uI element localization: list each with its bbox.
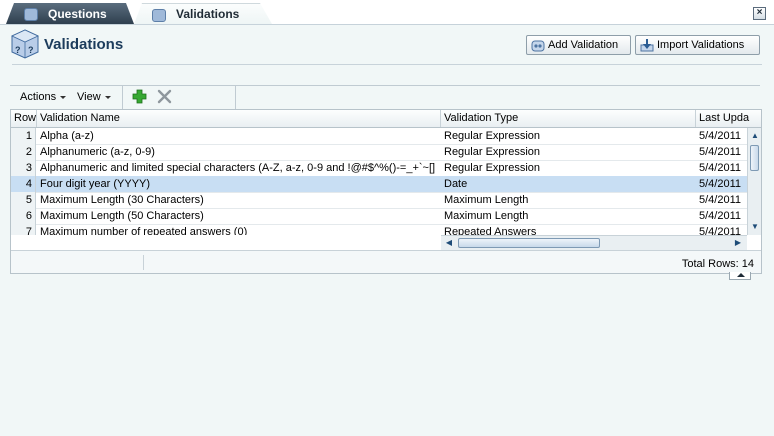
validation-name: Maximum Length (50 Characters) (40, 210, 204, 222)
tab-bar: Questions Validations × (0, 0, 774, 25)
table-row[interactable]: 1 Alpha (a-z) Regular Expression 5/4/201… (11, 128, 747, 145)
tab-questions[interactable]: Questions (6, 3, 134, 24)
validations-icon (152, 9, 166, 22)
header-divider (12, 64, 762, 65)
scroll-left-icon[interactable]: ◀ (443, 237, 455, 249)
table-row[interactable]: 5 Maximum Length (30 Characters) Maximum… (11, 192, 747, 209)
last-updated: 5/4/2011 (699, 162, 742, 174)
page-title: Validations (44, 36, 124, 53)
scroll-up-icon[interactable]: ▲ (749, 130, 761, 142)
import-validations-button[interactable]: Import Validations (635, 35, 760, 55)
delete-x-icon[interactable] (157, 89, 172, 104)
table-row-selected[interactable]: 4 Four digit year (YYYY) Date 5/4/2011 (11, 176, 747, 193)
chevron-down-icon (60, 96, 67, 99)
column-header-validation-type[interactable]: Validation Type (441, 110, 696, 127)
column-header-last-updated[interactable]: Last Upda (696, 110, 761, 127)
column-header-row[interactable]: Row (11, 110, 37, 127)
scroll-down-icon[interactable]: ▼ (749, 221, 761, 233)
table-footer: Total Rows: 14 (11, 250, 761, 273)
column-header-validation-name[interactable]: Validation Name (37, 110, 441, 127)
actions-menu[interactable]: Actions (20, 91, 67, 103)
table-row[interactable]: 7 Maximum number of repeated answers (0)… (11, 224, 747, 235)
last-updated: 5/4/2011 (699, 210, 742, 222)
validation-name: Alphanumeric and limited special charact… (40, 162, 436, 174)
validation-name: Alphanumeric (a-z, 0-9) (40, 146, 155, 158)
vertical-scroll-thumb[interactable] (750, 145, 759, 171)
table-body: 1 Alpha (a-z) Regular Expression 5/4/201… (11, 128, 747, 235)
row-number: 2 (11, 144, 36, 160)
questions-icon (24, 8, 38, 21)
toolbar-separator (122, 86, 123, 109)
add-validation-button[interactable]: Add Validation (526, 35, 631, 55)
validation-type: Regular Expression (444, 146, 540, 158)
table-header: Row Validation Name Validation Type Last… (11, 110, 761, 128)
validation-type: Maximum Length (444, 194, 529, 206)
total-rows: Total Rows: 14 (681, 258, 754, 270)
toolbar-separator (235, 86, 236, 109)
svg-text:?: ? (15, 45, 21, 55)
table-toolbar: Actions View (10, 85, 760, 110)
view-menu[interactable]: View (77, 91, 111, 103)
validation-type: Regular Expression (444, 162, 540, 174)
row-number: 7 (11, 224, 36, 235)
triangle-up-icon (737, 273, 745, 277)
collapse-toggle[interactable] (729, 272, 751, 280)
tab-validations-label: Validations (176, 7, 240, 21)
validation-type: Repeated Answers (444, 226, 537, 235)
row-number: 6 (11, 208, 36, 224)
validations-table: Row Validation Name Validation Type Last… (10, 109, 762, 274)
last-updated: 5/4/2011 (699, 178, 742, 190)
svg-text:?: ? (28, 45, 34, 55)
validation-name: Maximum number of repeated answers (0) (40, 226, 248, 235)
validation-name: Alpha (a-z) (40, 130, 94, 142)
add-validation-icon (531, 40, 545, 51)
validation-name: Four digit year (YYYY) (40, 178, 151, 190)
import-icon (640, 38, 654, 51)
last-updated: 5/4/2011 (699, 130, 742, 142)
horizontal-scroll-thumb[interactable] (458, 238, 600, 248)
vertical-scrollbar[interactable]: ▲ ▼ (747, 128, 761, 235)
validations-cube-icon: ? ? (11, 29, 39, 59)
validation-type: Maximum Length (444, 210, 529, 222)
footer-separator (143, 255, 144, 270)
actions-menu-label: Actions (20, 91, 57, 103)
import-validations-label: Import Validations (657, 39, 745, 51)
close-tab-icon[interactable]: × (753, 7, 766, 20)
tab-validations[interactable]: Validations (134, 3, 272, 24)
tab-questions-label: Questions (48, 6, 107, 21)
scroll-right-icon[interactable]: ▶ (732, 237, 744, 249)
view-menu-label: View (77, 91, 101, 103)
add-validation-label: Add Validation (548, 39, 619, 51)
row-number: 1 (11, 128, 36, 144)
horizontal-scrollbar[interactable]: ◀ ▶ (441, 235, 747, 250)
chevron-down-icon (104, 96, 111, 99)
last-updated: 5/4/2011 (699, 226, 742, 235)
plus-icon[interactable] (132, 89, 147, 104)
table-row[interactable]: 2 Alphanumeric (a-z, 0-9) Regular Expres… (11, 144, 747, 161)
validation-type: Date (444, 178, 468, 190)
validation-name: Maximum Length (30 Characters) (40, 194, 204, 206)
row-number: 4 (11, 176, 36, 192)
last-updated: 5/4/2011 (699, 194, 742, 206)
validation-type: Regular Expression (444, 130, 540, 142)
row-number: 5 (11, 192, 36, 208)
table-row[interactable]: 3 Alphanumeric and limited special chara… (11, 160, 747, 177)
table-row[interactable]: 6 Maximum Length (50 Characters) Maximum… (11, 208, 747, 225)
row-number: 3 (11, 160, 36, 176)
last-updated: 5/4/2011 (699, 146, 742, 158)
